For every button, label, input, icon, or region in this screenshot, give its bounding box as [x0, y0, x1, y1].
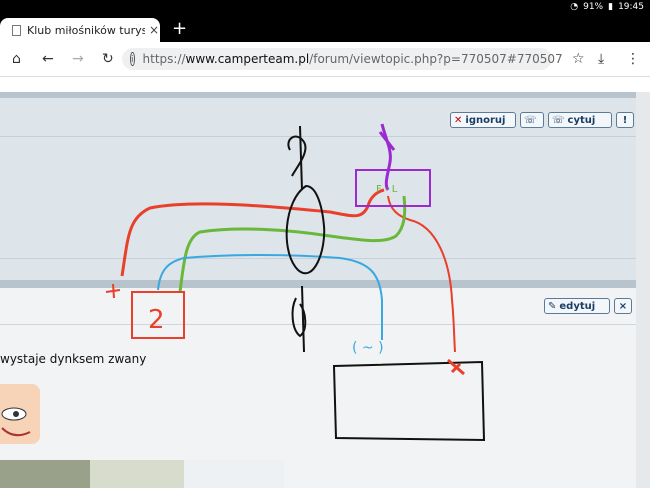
purple-scribble [378, 123, 396, 191]
green-wire [178, 195, 407, 293]
socket-label: ( ~ ) [352, 340, 384, 356]
red-ground-wire [387, 195, 456, 353]
hand-drawn-sketch: F - L 2 ( ~ ) [105, 123, 486, 442]
red-wire [120, 188, 385, 277]
black-fuse-outline [285, 184, 326, 275]
connector-label: F - L [376, 184, 398, 195]
black-scribble [287, 135, 307, 177]
red-plus-mark [105, 283, 121, 299]
blue-wire [157, 254, 383, 340]
box-label: 2 [148, 305, 165, 335]
